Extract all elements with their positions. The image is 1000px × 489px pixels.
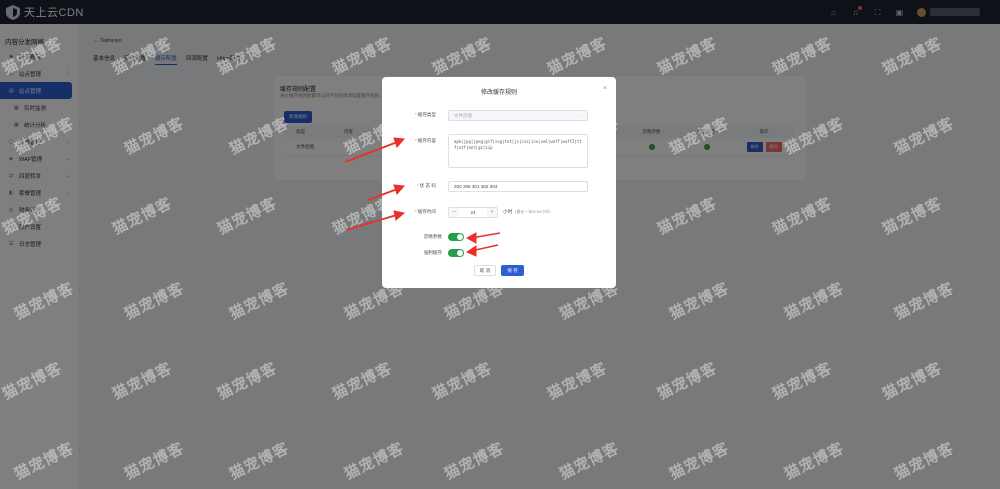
ignore-args-toggle[interactable] xyxy=(448,233,464,241)
cache-time-value[interactable]: 24 xyxy=(459,208,487,217)
increment-button[interactable]: + xyxy=(487,208,497,217)
status-code-label-text: 状 态 码 xyxy=(419,183,436,188)
cache-content-label: *缓存内容 xyxy=(414,138,436,143)
cache-time-hint: (最长一年8760小时) xyxy=(515,209,551,214)
decrement-button[interactable]: － xyxy=(449,208,459,217)
cache-type-select[interactable]: 文件后缀 ⌄ xyxy=(448,110,588,121)
cache-time-unit: 小时 xyxy=(503,209,513,214)
cache-content-label-text: 缓存内容 xyxy=(417,138,436,143)
save-button[interactable]: 保 存 xyxy=(501,265,524,276)
status-code-input[interactable]: 200 206 301 302 304 xyxy=(448,181,588,192)
force-cache-label: 强制缓存 xyxy=(423,250,442,255)
toggle-knob xyxy=(457,250,463,256)
cache-type-label-text: 缓存类型 xyxy=(417,112,436,117)
cache-time-stepper[interactable]: － 24 + xyxy=(448,207,498,218)
dialog-title: 修改缓存规则 xyxy=(480,90,517,96)
cache-time-label: *缓存时间 xyxy=(414,209,436,214)
force-cache-toggle[interactable] xyxy=(448,249,464,257)
cache-type-label: *缓存类型 xyxy=(414,112,436,117)
cache-content-textarea[interactable]: apk|jpg|jpeg|gif|svg|txt|js|css|ico|xml|… xyxy=(448,134,588,168)
edit-cache-rule-dialog: 修改缓存规则 × *缓存类型 文件后缀 ⌄ *缓存内容 apk|jpg|jpeg|… xyxy=(382,77,616,288)
ignore-args-label: 忽略参数 xyxy=(423,234,442,239)
chevron-down-icon: ⌄ xyxy=(579,113,583,118)
cancel-button[interactable]: 取 消 xyxy=(474,265,496,276)
status-code-label: *状 态 码 xyxy=(416,183,436,188)
toggle-knob xyxy=(457,234,463,240)
close-icon[interactable]: × xyxy=(603,85,607,92)
cache-time-label-text: 缓存时间 xyxy=(417,209,436,214)
cache-type-value: 文件后缀 xyxy=(454,113,472,118)
